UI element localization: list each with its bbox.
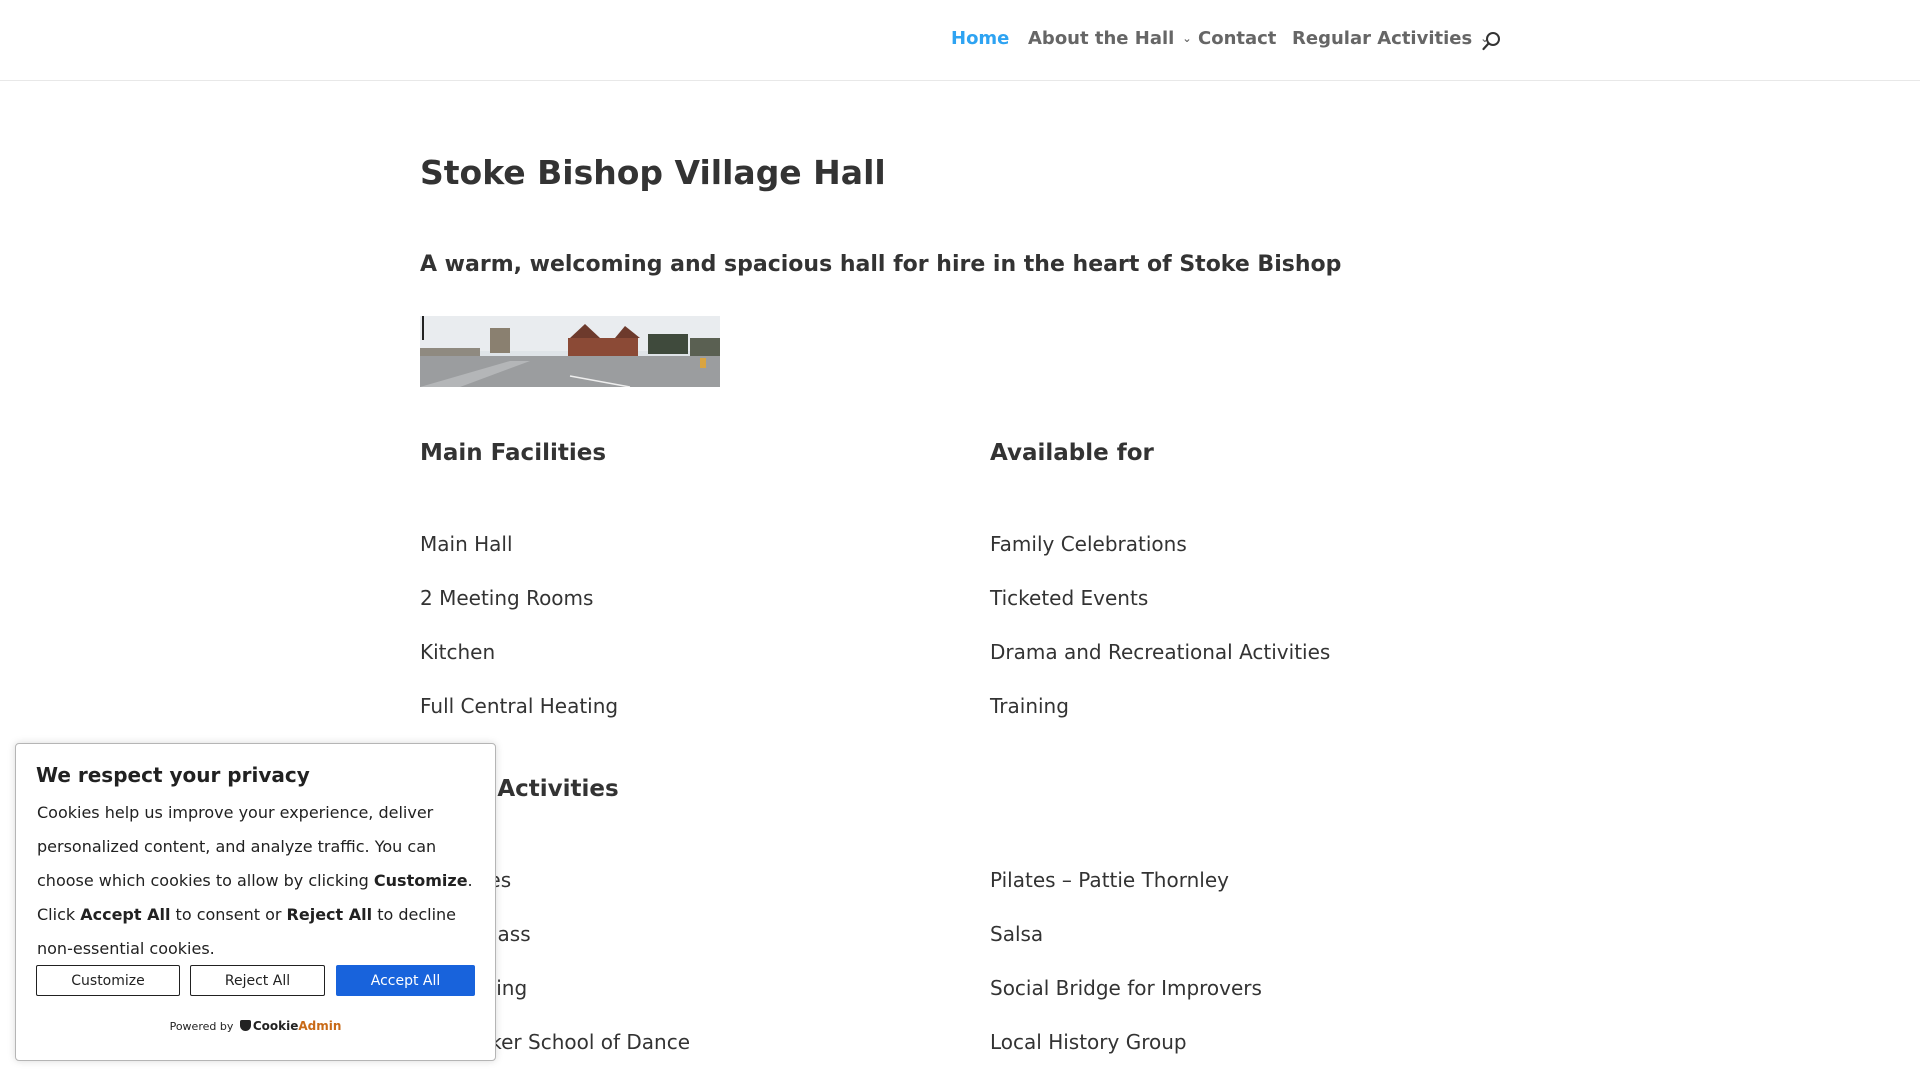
available-item: Family Celebrations — [990, 532, 1187, 556]
nav-activities-label: Regular Activities — [1292, 28, 1473, 49]
powered-by-label: Powered by — [169, 1020, 234, 1033]
cookieadmin-logo-icon — [239, 1020, 251, 1031]
nav-regular-activities[interactable]: Regular Activities ⌄ — [1292, 28, 1489, 49]
page-title: Stoke Bishop Village Hall — [420, 153, 886, 192]
facility-item: 2 Meeting Rooms — [420, 586, 594, 610]
page-tagline: A warm, welcoming and spacious hall for … — [420, 252, 1342, 277]
cookie-text-part: to consent or — [170, 905, 287, 924]
activity-item: Local History Group — [990, 1030, 1187, 1054]
cookieadmin-brand[interactable]: CookieAdmin — [253, 1019, 342, 1033]
available-item: Drama and Recreational Activities — [990, 640, 1331, 664]
facility-item: Main Hall — [420, 532, 513, 556]
powered-by: Powered by CookieAdmin — [16, 1019, 495, 1033]
facility-item: Kitchen — [420, 640, 496, 664]
available-heading: Available for — [990, 440, 1154, 466]
nav-home[interactable]: Home — [951, 28, 1009, 49]
available-item: Ticketed Events — [990, 586, 1149, 610]
customize-button[interactable]: Customize — [36, 965, 180, 996]
chevron-down-icon: ⌄ — [1182, 32, 1192, 45]
cookie-text-accept: Accept All — [80, 905, 171, 924]
nav-about-the-hall[interactable]: About the Hall ⌄ — [1028, 28, 1192, 49]
activities-heading: r Activities — [478, 776, 619, 802]
accept-all-button[interactable]: Accept All — [336, 965, 475, 996]
brand-part-cookie: Cookie — [252, 1019, 299, 1033]
reject-all-button[interactable]: Reject All — [190, 965, 325, 996]
cookie-description: Cookies help us improve your experience,… — [37, 796, 482, 966]
cookie-consent-banner: We respect your privacy Cookies help us … — [15, 743, 496, 1061]
activity-item: Pilates – Pattie Thornley — [990, 868, 1229, 892]
facility-item: Full Central Heating — [420, 694, 619, 718]
nav-about-label: About the Hall — [1028, 28, 1175, 49]
site-header: Home About the Hall ⌄ Contact Regular Act… — [0, 0, 1920, 81]
hall-photo — [420, 316, 720, 387]
facilities-heading: Main Facilities — [420, 440, 607, 466]
cookie-title: We respect your privacy — [36, 763, 310, 787]
cookie-text-reject: Reject All — [286, 905, 373, 924]
available-item: Training — [990, 694, 1069, 718]
brand-part-admin: Admin — [298, 1019, 342, 1033]
activity-item: Salsa — [990, 922, 1044, 946]
cookie-text-customize: Customize — [373, 871, 468, 890]
search-icon[interactable] — [1481, 30, 1503, 52]
nav-contact[interactable]: Contact — [1198, 28, 1276, 49]
activity-item: aker School of Dance — [478, 1030, 691, 1054]
activity-item: Social Bridge for Improvers — [990, 976, 1262, 1000]
